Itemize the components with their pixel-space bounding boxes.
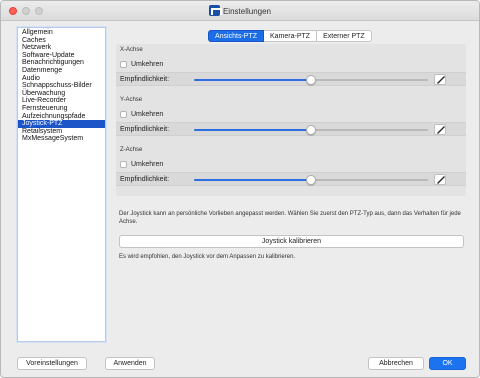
sidebar-item[interactable]: Datenmenge <box>18 67 105 75</box>
edit-curve-button[interactable] <box>434 174 446 185</box>
calibrate-joystick-button[interactable]: Joystick kalibrieren <box>119 235 464 248</box>
sidebar-item[interactable]: Retailsystem <box>18 128 105 136</box>
pencil-icon <box>437 76 445 84</box>
slider-thumb[interactable] <box>306 175 316 185</box>
sidebar-item[interactable]: Allgemein <box>18 29 105 37</box>
title-bar: Einstellungen <box>1 1 479 21</box>
sidebar-item[interactable]: Software-Update <box>18 52 105 60</box>
invert-row: Umkehren <box>120 61 163 68</box>
tab[interactable]: Ansichts-PTZ <box>208 30 265 42</box>
sensitivity-label: Empfindlichkeit: <box>120 126 170 133</box>
edit-curve-button[interactable] <box>434 124 446 135</box>
axes-panel: X-Achse Umkehren Empfindlichkeit: Y-Achs… <box>116 44 466 196</box>
sidebar-item[interactable]: Benachrichtigungen <box>18 59 105 67</box>
defaults-button[interactable]: Voreinstellungen <box>17 357 87 370</box>
axis-title: Z-Achse <box>120 147 143 153</box>
invert-label: Umkehren <box>131 61 164 68</box>
window-title: Einstellungen <box>222 7 272 16</box>
apply-button[interactable]: Anwenden <box>105 357 155 370</box>
invert-checkbox[interactable] <box>120 161 127 168</box>
sidebar-item[interactable]: Netzwerk <box>18 44 105 52</box>
sidebar-item[interactable]: Aufzeichnungspfade <box>18 113 105 121</box>
tab[interactable]: Externer PTZ <box>317 30 372 42</box>
sidebar-item[interactable]: Audio <box>18 75 105 83</box>
preferences-window: Einstellungen Allgemein Caches Netzwerk Sof… <box>0 0 480 378</box>
sensitivity-row: Empfindlichkeit: <box>116 172 466 186</box>
sidebar-item[interactable]: Joystick-PTZ <box>18 120 105 128</box>
cancel-button[interactable]: Abbrechen <box>368 357 424 370</box>
sidebar-item[interactable]: Live-Recorder <box>18 97 105 105</box>
sensitivity-slider[interactable] <box>194 75 428 85</box>
sidebar-item[interactable]: Caches <box>18 37 105 45</box>
ok-button[interactable]: OK <box>429 357 466 370</box>
invert-label: Umkehren <box>131 111 164 118</box>
sensitivity-row: Empfindlichkeit: <box>116 122 466 136</box>
sensitivity-label: Empfindlichkeit: <box>120 76 170 83</box>
invert-checkbox[interactable] <box>120 61 127 68</box>
sidebar-item[interactable]: Überwachung <box>18 90 105 98</box>
tab[interactable]: Kamera-PTZ <box>264 30 318 42</box>
sidebar-item[interactable]: MxMessageSystem <box>18 135 105 143</box>
sidebar-item[interactable]: Schnappschuss-Bilder <box>18 82 105 90</box>
invert-row: Umkehren <box>120 111 163 118</box>
edit-curve-button[interactable] <box>434 74 446 85</box>
pencil-icon <box>437 176 445 184</box>
calibration-hint-text: Es wird empfohlen, den Joystick vor dem … <box>119 254 296 260</box>
slider-thumb[interactable] <box>306 125 316 135</box>
axis-title: X-Achse <box>120 47 143 53</box>
sensitivity-slider[interactable] <box>194 125 428 135</box>
sidebar: Allgemein Caches Netzwerk Software-Update Be… <box>17 27 106 342</box>
window-title-wrap: Einstellungen <box>1 5 479 16</box>
sensitivity-slider[interactable] <box>194 175 428 185</box>
sidebar-list: Allgemein Caches Netzwerk Software-Update Be… <box>18 28 105 143</box>
app-icon <box>208 5 222 16</box>
sensitivity-label: Empfindlichkeit: <box>120 176 170 183</box>
slider-thumb[interactable] <box>306 75 316 85</box>
invert-row: Umkehren <box>120 161 163 168</box>
sensitivity-row: Empfindlichkeit: <box>116 72 466 86</box>
axis-title: Y-Achse <box>120 97 143 103</box>
sidebar-item[interactable]: Fernsteuerung <box>18 105 105 113</box>
ptz-tabs: Ansichts-PTZ Kamera-PTZ Externer PTZ <box>208 30 372 42</box>
invert-label: Umkehren <box>131 161 164 168</box>
invert-checkbox[interactable] <box>120 111 127 118</box>
joystick-info-text: Der Joystick kann an persönliche Vorlieb… <box>119 211 461 225</box>
pencil-icon <box>437 126 445 134</box>
